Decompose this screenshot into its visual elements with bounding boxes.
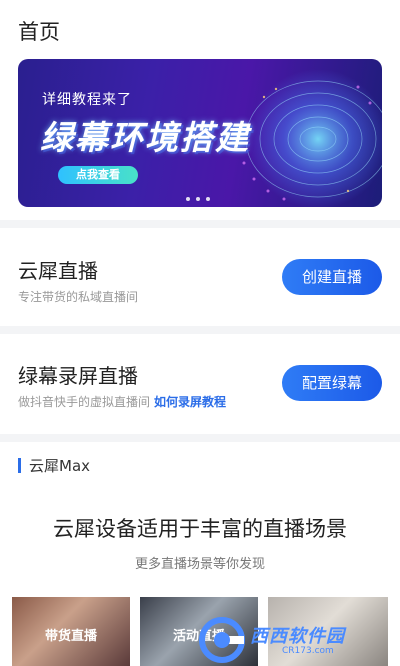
configure-greenscreen-button[interactable]: 配置绿幕 [282,365,382,401]
section-divider [0,326,400,334]
scene-tile[interactable]: 带货直播 [12,597,130,666]
scene-tile-label: 带货直播 [44,629,97,644]
tutorial-link[interactable]: 如何录屏教程 [154,395,226,409]
greenscreen-card: 绿幕录屏直播 做抖音快手的虚拟直播间 如何录屏教程 配置绿幕 [0,334,400,430]
section-divider [0,220,400,228]
carousel-dot[interactable] [186,197,190,201]
site-watermark: 西西软件园 CR173.com [198,616,388,664]
banner-cta-button[interactable]: 点我查看 [58,166,138,184]
card-desc: 专注带货的私域直播间 [18,290,139,304]
watermark-url: CR173.com [282,646,334,656]
card-desc: 做抖音快手的虚拟直播间 如何录屏教程 [18,395,227,409]
carousel-dot[interactable] [206,197,210,201]
scenes-subtitle: 更多直播场景等你发现 [134,557,265,572]
carousel-dot[interactable] [196,197,200,201]
page-title: 首页 [18,20,60,44]
banner-headline: 绿幕环境搭建 [40,118,250,157]
watermark-text: 西西软件园 [250,626,345,647]
section-accent-bar [18,458,21,473]
card-title: 绿幕录屏直播 [18,364,138,388]
section-divider [0,434,400,442]
live-card: 云犀直播 专注带货的私域直播间 创建直播 [0,228,400,324]
page-header: 首页 [0,0,400,58]
watermark-logo-icon [199,617,245,663]
create-live-button[interactable]: 创建直播 [282,259,382,295]
card-title: 云犀直播 [18,259,98,283]
scenes-title: 云犀设备适用于丰富的直播场景 [53,517,347,541]
promo-banner[interactable]: 详细教程来了 绿幕环境搭建 点我查看 [18,59,382,207]
banner-subtitle: 详细教程来了 [42,92,132,108]
section-label: 云犀Max [29,457,91,475]
